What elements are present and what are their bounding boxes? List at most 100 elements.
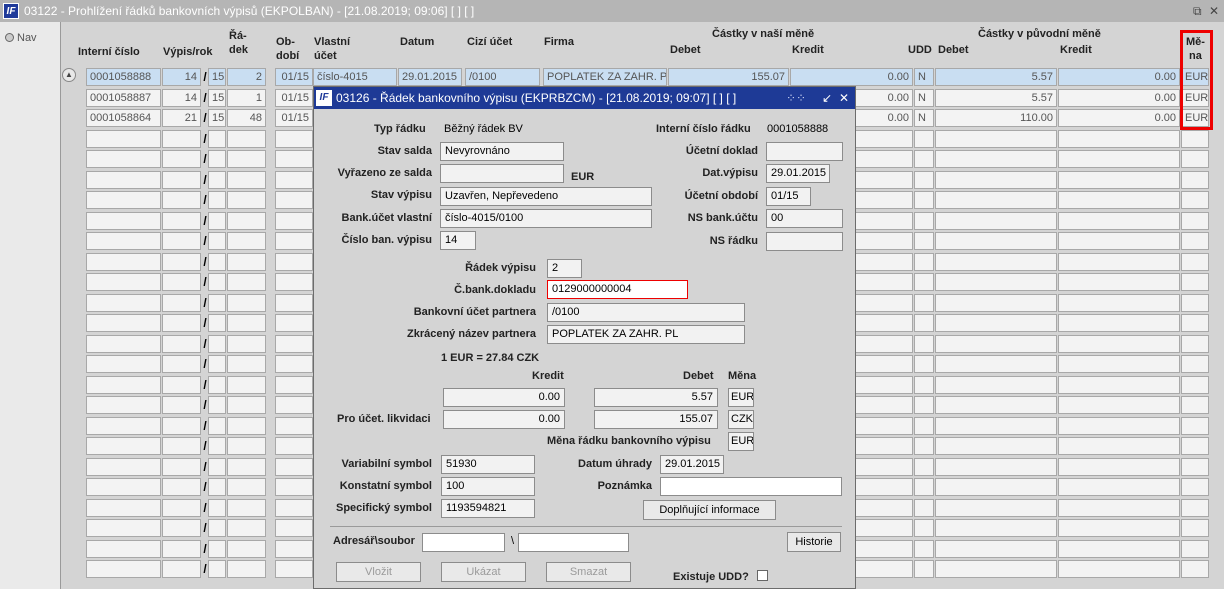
grid-cell-vypis[interactable] <box>162 232 201 250</box>
grid-cell-mena[interactable] <box>1181 294 1209 312</box>
bank-ucet-field[interactable]: číslo-4015/0100 <box>440 209 652 228</box>
restore-icon[interactable]: ⧉ <box>1193 0 1202 22</box>
ns-bank-field[interactable]: 00 <box>766 209 843 228</box>
grid-cell-radek[interactable] <box>227 294 266 312</box>
grid-cell-vypis[interactable] <box>162 150 201 168</box>
grid-cell-vypis[interactable] <box>162 130 201 148</box>
grid-cell-radek[interactable] <box>227 437 266 455</box>
grid-cell-vypis[interactable] <box>162 519 201 537</box>
grid-cell-radek[interactable] <box>227 171 266 189</box>
grid-cell-udd[interactable] <box>914 212 934 230</box>
ucetni-obdobi-field[interactable]: 01/15 <box>766 187 811 206</box>
grid-cell-udd[interactable] <box>914 417 934 435</box>
grid-cell-udd[interactable] <box>914 335 934 353</box>
grid-cell-debet_puv[interactable] <box>935 437 1057 455</box>
grid-cell-rok[interactable] <box>208 130 226 148</box>
grid-cell-radek[interactable] <box>227 130 266 148</box>
grid-cell-radek[interactable] <box>227 376 266 394</box>
grid-cell-obdobi[interactable] <box>275 437 313 455</box>
ns-radku-field[interactable] <box>766 232 843 251</box>
grid-cell-vypis[interactable] <box>162 396 201 414</box>
grid-cell-kredit_puv[interactable] <box>1058 458 1180 476</box>
grid-cell-firma[interactable]: POPLATEK ZA ZAHR. PL <box>543 68 667 86</box>
grid-cell-kredit_puv[interactable] <box>1058 560 1180 578</box>
grid-cell-radek[interactable] <box>227 396 266 414</box>
adresar-field[interactable] <box>422 533 505 552</box>
grid-cell-rok[interactable] <box>208 314 226 332</box>
grid-cell-debet_puv[interactable] <box>935 171 1057 189</box>
grid-cell-udd[interactable] <box>914 294 934 312</box>
grid-cell-debet_puv[interactable] <box>935 499 1057 517</box>
grid-cell-interni[interactable] <box>86 335 161 353</box>
grid-cell-radek[interactable] <box>227 499 266 517</box>
grid-cell-rok[interactable] <box>208 335 226 353</box>
grid-cell-debet_puv[interactable] <box>935 232 1057 250</box>
grid-cell-debet_puv[interactable] <box>935 396 1057 414</box>
grid-cell-vlastni[interactable]: číslo-4015 <box>313 68 397 86</box>
grid-cell-udd[interactable] <box>914 232 934 250</box>
grid-cell-vypis[interactable] <box>162 191 201 209</box>
grid-cell-rok[interactable]: 15 <box>208 68 226 86</box>
grid-cell-rok[interactable] <box>208 273 226 291</box>
grid-cell-mena[interactable] <box>1181 417 1209 435</box>
grid-cell-interni[interactable] <box>86 273 161 291</box>
grid-cell-rok[interactable]: 15 <box>208 109 226 127</box>
grid-cell-rok[interactable] <box>208 540 226 558</box>
grid-cell-rok[interactable] <box>208 396 226 414</box>
grid-cell-mena[interactable] <box>1181 396 1209 414</box>
grid-cell-rok[interactable] <box>208 294 226 312</box>
datum-uhrady-field[interactable]: 29.01.2015 <box>660 455 724 474</box>
grid-cell-obdobi[interactable] <box>275 478 313 496</box>
grid-cell-interni[interactable] <box>86 376 161 394</box>
grid-cell-radek[interactable] <box>227 273 266 291</box>
grid-cell-mena[interactable] <box>1181 273 1209 291</box>
zkraceny-nazev-field[interactable]: POPLATEK ZA ZAHR. PL <box>547 325 745 344</box>
grid-cell-debet_puv[interactable]: 110.00 <box>935 109 1057 127</box>
stav-salda-field[interactable]: Nevyrovnáno <box>440 142 564 161</box>
grid-cell-mena[interactable] <box>1181 437 1209 455</box>
grid-cell-mena[interactable] <box>1181 335 1209 353</box>
grid-cell-vypis[interactable] <box>162 314 201 332</box>
grid-cell-radek[interactable] <box>227 560 266 578</box>
grid-cell-mena[interactable] <box>1181 478 1209 496</box>
grid-cell-interni[interactable] <box>86 171 161 189</box>
grid-cell-obdobi[interactable] <box>275 273 313 291</box>
vlozit-button[interactable]: Vložit <box>336 562 421 582</box>
grid-cell-vypis[interactable] <box>162 212 201 230</box>
grid-cell-interni[interactable] <box>86 355 161 373</box>
ucetni-doklad-field[interactable] <box>766 142 843 161</box>
mena-radku-field[interactable]: EUR <box>728 432 754 451</box>
grid-cell-kredit_puv[interactable] <box>1058 150 1180 168</box>
minimize-icon[interactable]: ↙ <box>822 87 832 109</box>
grid-cell-udd[interactable]: N <box>914 89 934 107</box>
grid-cell-radek[interactable]: 1 <box>227 89 266 107</box>
grid-cell-udd[interactable] <box>914 499 934 517</box>
grid-cell-debet_puv[interactable] <box>935 458 1057 476</box>
grid-cell-debet_puv[interactable] <box>935 253 1057 271</box>
grid-cell-radek[interactable]: 48 <box>227 109 266 127</box>
grid-cell-rok[interactable] <box>208 478 226 496</box>
dat-vypisu-field[interactable]: 29.01.2015 <box>766 164 830 183</box>
grid-cell-obdobi[interactable]: 01/15 <box>275 109 313 127</box>
grid-cell-kredit_puv[interactable] <box>1058 519 1180 537</box>
grid-cell-udd[interactable] <box>914 253 934 271</box>
grid-cell-kredit_puv[interactable] <box>1058 478 1180 496</box>
grid-cell-debet_puv[interactable] <box>935 130 1057 148</box>
grid-cell-radek[interactable] <box>227 458 266 476</box>
grid-cell-udd[interactable] <box>914 519 934 537</box>
grid-cell-rok[interactable] <box>208 212 226 230</box>
grid-cell-rok[interactable] <box>208 417 226 435</box>
grid-cell-kredit_puv[interactable]: 0.00 <box>1058 109 1180 127</box>
vyrazeno-field[interactable] <box>440 164 564 183</box>
grid-cell-kredit_puv[interactable] <box>1058 417 1180 435</box>
grid-cell-interni[interactable]: 0001058887 <box>86 89 161 107</box>
grid-cell-kredit_puv[interactable] <box>1058 499 1180 517</box>
grid-cell-kredit_puv[interactable] <box>1058 212 1180 230</box>
grid-cell-obdobi[interactable] <box>275 376 313 394</box>
ukazat-button[interactable]: Ukázat <box>441 562 526 582</box>
grid-cell-rok[interactable] <box>208 171 226 189</box>
grid-cell-vypis[interactable] <box>162 499 201 517</box>
grid-cell-udd[interactable] <box>914 478 934 496</box>
grid-cell-rok[interactable] <box>208 253 226 271</box>
grid-cell-obdobi[interactable] <box>275 212 313 230</box>
